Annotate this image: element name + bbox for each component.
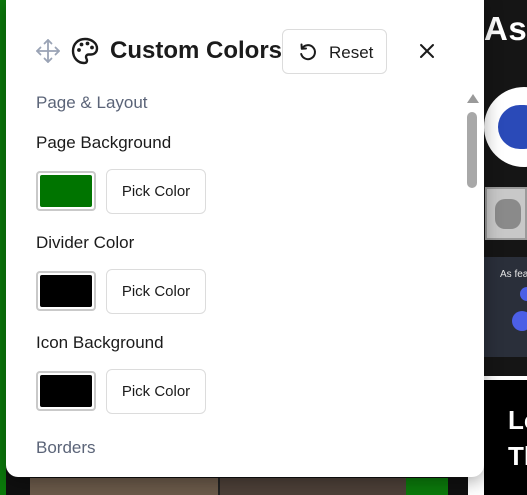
close-button[interactable] (412, 36, 442, 66)
background-logo-mark (498, 105, 527, 149)
custom-colors-panel: Custom Colors Reset Page & Layout Page B… (6, 0, 484, 477)
reset-label: Reset (329, 43, 374, 62)
section-heading-borders: Borders (36, 438, 96, 457)
background-dark-card[interactable]: As fea (484, 257, 527, 357)
background-thumbnail[interactable] (485, 187, 527, 240)
scrollbar[interactable] (466, 94, 480, 474)
background-black-card[interactable]: Lo Th (484, 380, 527, 495)
swatch-color (40, 375, 92, 407)
palette-icon (70, 36, 100, 66)
background-black-card-text: Lo Th (508, 405, 527, 471)
swatch-color (40, 275, 92, 307)
background-dark-card-text: As fea (500, 269, 527, 280)
field-label-icon-background: Icon Background (36, 333, 164, 352)
close-icon (419, 43, 435, 59)
swatch-color (40, 175, 92, 207)
scroll-thumb[interactable] (467, 112, 477, 188)
panel-title: Custom Colors (110, 37, 283, 64)
field-label-divider-color: Divider Color (36, 233, 135, 252)
background-green-block (406, 478, 448, 495)
color-swatch-icon-background[interactable] (36, 371, 96, 411)
background-dot (520, 287, 527, 301)
scroll-up-arrow-icon[interactable] (467, 94, 479, 103)
pick-color-button-divider-color[interactable]: Pick Color (106, 269, 206, 314)
background-headline: As (484, 10, 527, 47)
color-swatch-page-background[interactable] (36, 171, 96, 211)
move-icon[interactable] (35, 38, 61, 64)
reset-icon (298, 42, 318, 62)
pick-color-button-page-background[interactable]: Pick Color (106, 169, 206, 214)
background-photo[interactable] (218, 478, 406, 495)
background-dot (512, 311, 527, 331)
panel-header: Custom Colors Reset (6, 0, 484, 90)
background-thumbnail-image (495, 199, 521, 229)
pick-color-button-icon-background[interactable]: Pick Color (106, 369, 206, 414)
reset-button[interactable]: Reset (282, 29, 387, 74)
field-label-page-background: Page Background (36, 133, 172, 152)
section-heading-page-layout: Page & Layout (36, 93, 148, 112)
color-swatch-divider-color[interactable] (36, 271, 96, 311)
